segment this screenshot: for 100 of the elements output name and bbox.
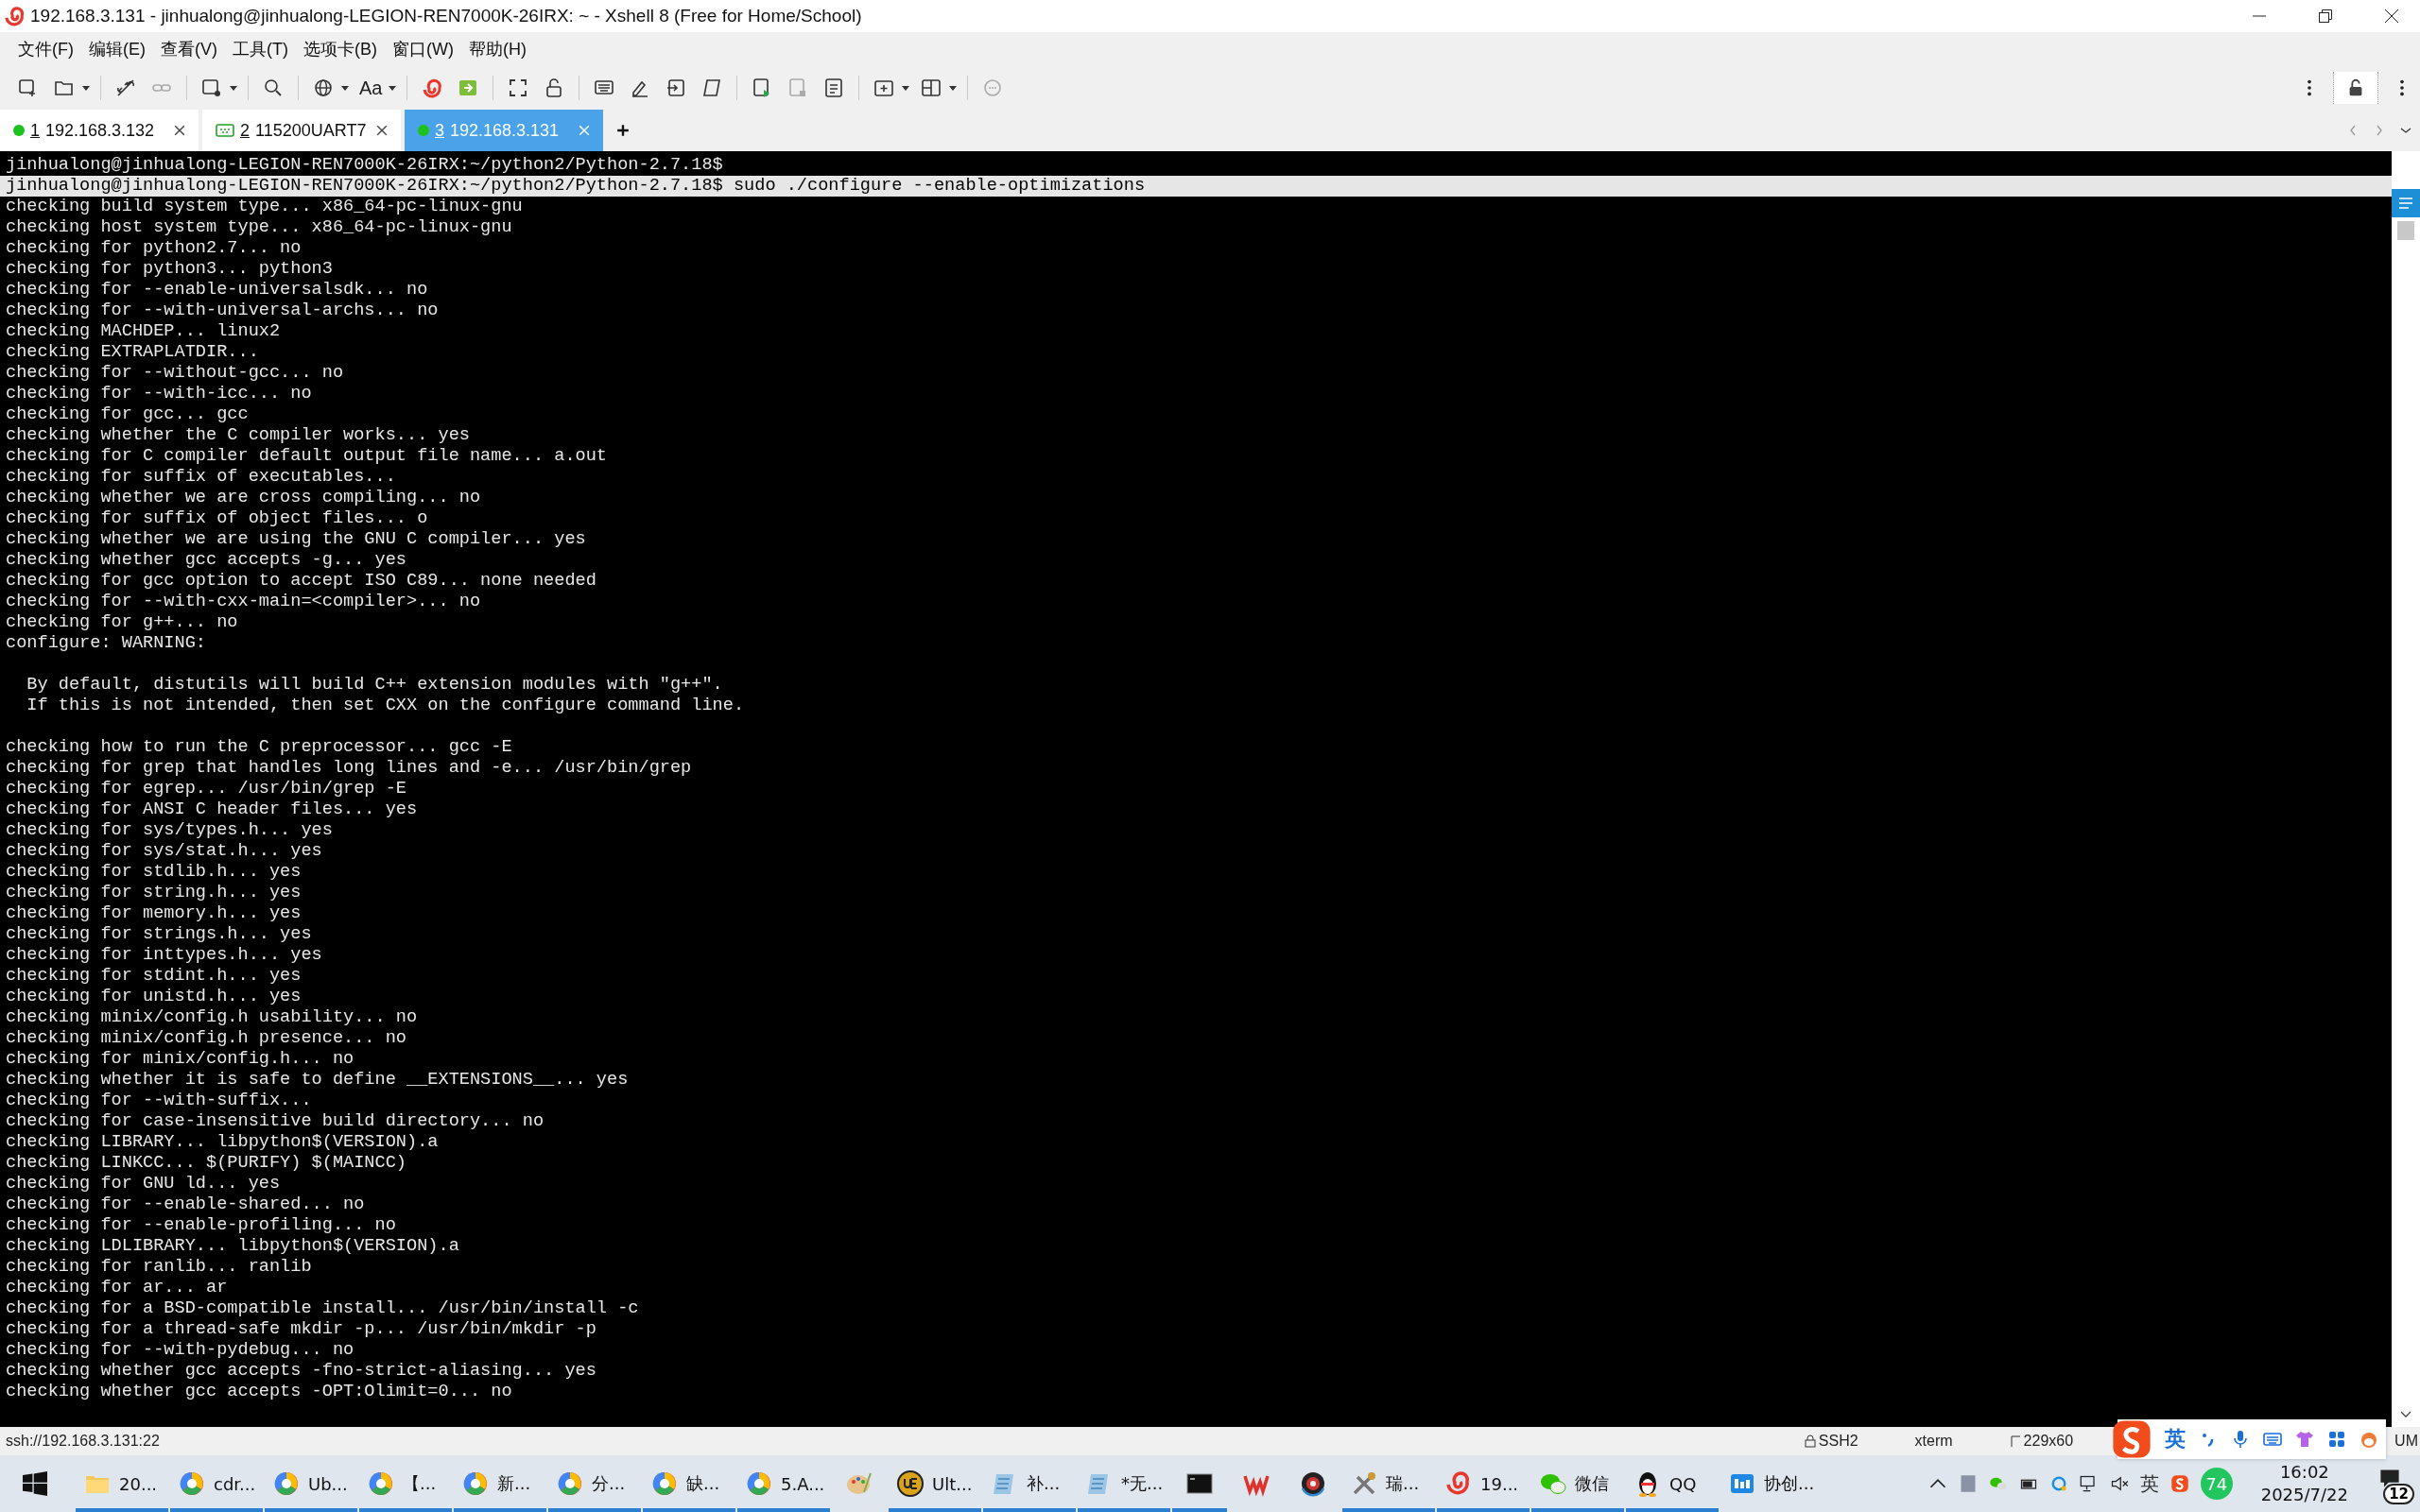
terminal-line: checking for --enable-universalsdk... no	[6, 280, 428, 301]
taskbar-button[interactable]: 瑞...	[1342, 1455, 1435, 1512]
terminal-line: configure: WARNING:	[6, 633, 206, 654]
terminal-line: checking for a BSD-compatible install... /usr/bin/install -c	[6, 1298, 639, 1319]
terminal-line: checking for ranlib... ranlib	[6, 1257, 312, 1278]
terminal-line: checking build system type... x86_64-pc-linux-gnu	[6, 197, 523, 217]
app-logo-icon	[4, 6, 25, 26]
taskbar-button[interactable]: 分...	[548, 1455, 641, 1512]
taskbar-button[interactable]: 20...	[76, 1455, 168, 1512]
terminal-line: checking for memory.h... yes	[6, 903, 302, 924]
scrollbar-thumb[interactable]	[2397, 221, 2414, 240]
resize-icon	[2009, 1435, 2021, 1448]
terminal-line: checking for --with-pydebug... no	[6, 1340, 354, 1361]
taskbar-button[interactable]: *无...	[1078, 1455, 1170, 1512]
disc-icon	[1299, 1469, 1327, 1498]
clock-time[interactable]: 16:02	[2279, 1461, 2329, 1484]
terminal-line: checking MACHDEP... linux2	[6, 321, 281, 342]
terminal-line: checking for string.h... yes	[6, 883, 302, 903]
scroll-down-icon[interactable]	[2399, 1410, 2412, 1419]
terminal-line: checking for gcc... gcc	[6, 404, 249, 425]
swirl-icon	[650, 1469, 679, 1498]
terminal-line: checking for --enable-profiling... no	[6, 1215, 396, 1236]
coin-icon	[896, 1469, 925, 1498]
terminal-line: checking for --enable-shared... no	[6, 1194, 365, 1215]
windows-start-icon[interactable]	[23, 1471, 47, 1496]
terminal-line: checking for gcc option to accept ISO C89... none needed	[6, 571, 596, 592]
taskbar-button[interactable]: Ub...	[265, 1455, 357, 1512]
menu-item[interactable]: 文件(F)	[11, 35, 80, 63]
taskbar-button[interactable]: 补...	[983, 1455, 1076, 1512]
caret-icon[interactable]	[901, 83, 911, 93]
font-button[interactable]: Aa	[355, 75, 387, 101]
taskbar-button[interactable]: 微信	[1531, 1455, 1624, 1512]
taskbar-button[interactable]: QQ	[1626, 1455, 1719, 1512]
serial-port-icon	[216, 124, 234, 137]
taskbar-button[interactable]: 缺...	[643, 1455, 735, 1512]
taskbar-button[interactable]: 协创...	[1720, 1455, 1845, 1512]
caret-icon[interactable]	[81, 83, 91, 93]
caret-icon[interactable]	[948, 83, 959, 93]
terminal-type: xterm	[1914, 1433, 1953, 1450]
terminal-line: checking LINKCC... $(PURIFY) $(MAINCC)	[6, 1153, 406, 1174]
terminal-line: checking for grep that handles long lines and -e... /usr/bin/grep	[6, 758, 692, 779]
close-icon[interactable]	[376, 125, 388, 136]
input-language[interactable]: 英	[2139, 1470, 2159, 1497]
microphone-icon[interactable]	[2231, 1430, 2250, 1449]
session-tab[interactable]: 2 115200UART7	[202, 110, 401, 151]
taskbar-button[interactable]: cdr...	[170, 1455, 263, 1512]
add-tab-icon[interactable]	[616, 124, 630, 137]
terminal-line: checking for GNU ld... yes	[6, 1174, 281, 1194]
swirl-icon	[367, 1469, 395, 1498]
terminal-line: checking for stdint.h... yes	[6, 966, 302, 987]
terminal-line: checking whether we are using the GNU C compiler... yes	[6, 529, 586, 550]
terminal-line: checking for a thread-safe mkdir -p... /usr/bin/mkdir -p	[6, 1319, 596, 1340]
caret-icon[interactable]	[388, 83, 398, 93]
taskbar-button[interactable]: 【...	[359, 1455, 452, 1512]
shirt-icon[interactable]	[2295, 1430, 2314, 1449]
menu-item[interactable]: 编辑(E)	[82, 35, 152, 63]
close-icon[interactable]	[174, 125, 185, 136]
keyboard-icon[interactable]	[2263, 1430, 2282, 1449]
swirl-icon	[272, 1469, 301, 1498]
caret-icon[interactable]	[229, 83, 238, 93]
terminal-line: checking for C compiler default output file name... a.out	[6, 446, 607, 467]
close-icon[interactable]	[2384, 9, 2399, 24]
taskbar-button[interactable]: 新...	[454, 1455, 546, 1512]
terminal-line: checking for stdlib.h... yes	[6, 862, 302, 883]
menu-item[interactable]: 工具(T)	[226, 35, 295, 63]
session-tab[interactable]: 1 192.168.3.132	[0, 110, 199, 151]
menu-item[interactable]: 窗口(W)	[385, 35, 460, 63]
terminal-line: checking for case-insensitive build directory... no	[6, 1111, 544, 1132]
terminal-line: checking for egrep... /usr/bin/grep -E	[6, 779, 406, 799]
terminal-line: checking for strings.h... yes	[6, 924, 312, 945]
terminal-line: checking for --with-cxx-main=<compiler>... no	[6, 592, 481, 612]
connection-address: ssh://192.168.3.131:22	[6, 1433, 160, 1450]
mascot-icon[interactable]	[2360, 1430, 2378, 1449]
terminal-line: checking how to run the C preprocessor... gcc -E	[6, 737, 512, 758]
terminal-line: checking LIBRARY... libpython$(VERSION).a	[6, 1132, 439, 1153]
menu-item[interactable]: 帮助(H)	[461, 35, 533, 63]
grid-icon[interactable]	[2327, 1430, 2346, 1449]
notification-count: 12	[2383, 1484, 2414, 1504]
restore-icon[interactable]	[2318, 9, 2333, 24]
clock-date[interactable]: 2025/7/22	[2260, 1484, 2348, 1506]
muted-speaker-icon[interactable]	[2109, 1474, 2129, 1493]
swirl-icon	[745, 1469, 773, 1498]
s-logo-icon[interactable]	[2112, 1419, 2152, 1459]
scrollbar[interactable]	[2392, 151, 2420, 1427]
taskbar-button[interactable]: 19...	[1437, 1455, 1530, 1512]
compose-bar-icon[interactable]	[2392, 189, 2420, 217]
terminal-line: checking for suffix of executables...	[6, 467, 396, 488]
more-icon[interactable]	[2307, 77, 2312, 98]
menu-item[interactable]: 选项卡(B)	[296, 35, 384, 63]
caret-icon[interactable]	[340, 83, 350, 93]
menu-item[interactable]: 查看(V)	[154, 35, 224, 63]
language-toggle[interactable]: 英	[2165, 1425, 2186, 1453]
terminal-line: checking for --with-universal-archs... no	[6, 301, 439, 321]
terminal-line: checking for --with-icc... no	[6, 384, 312, 404]
more-icon[interactable]	[2399, 77, 2405, 98]
terminal-line: checking whether gcc accepts -fno-strict-aliasing... yes	[6, 1361, 596, 1382]
terminal-line: checking for sys/types.h... yes	[6, 820, 333, 841]
lock-icon	[1804, 1435, 1816, 1448]
taskbar-button[interactable]: Ult...	[889, 1455, 981, 1512]
taskbar-button[interactable]: 5.A...	[737, 1455, 830, 1512]
